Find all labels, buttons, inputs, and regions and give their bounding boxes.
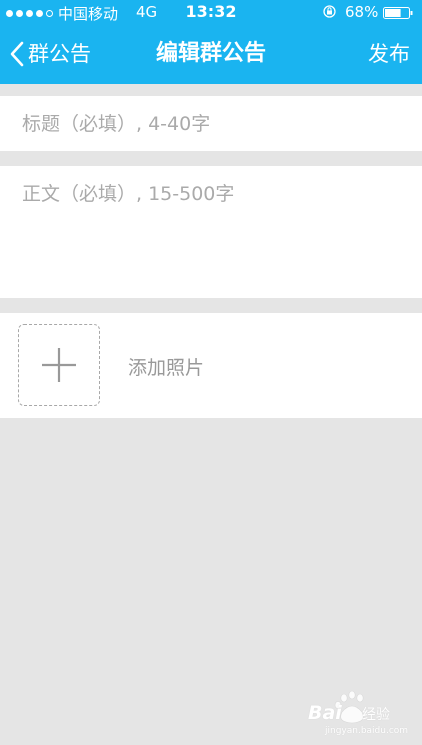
photo-section: 添加照片 [0, 313, 422, 418]
top-bar: 中国移动 4G 13:32 68% 群公告 编辑群公告 发布 [0, 0, 422, 84]
title-field[interactable]: 标题（必填）, 4-40字 [0, 96, 422, 151]
navigation-bar: 群公告 编辑群公告 发布 [0, 26, 422, 84]
orientation-lock-icon [323, 5, 336, 18]
watermark-suffix: 经验 [362, 707, 390, 723]
battery-percent: 68% [345, 3, 379, 21]
add-photo-label: 添加照片 [128, 357, 205, 379]
publish-button[interactable]: 发布 [368, 39, 410, 69]
plus-icon [42, 348, 76, 382]
battery-icon [383, 7, 413, 19]
status-bar: 中国移动 4G 13:32 68% [0, 0, 422, 26]
body-field[interactable]: 正文（必填）, 15-500字 [0, 166, 422, 298]
body-placeholder: 正文（必填）, 15-500字 [22, 183, 235, 205]
page-title: 编辑群公告 [155, 41, 266, 66]
title-placeholder: 标题（必填）, 4-40字 [22, 113, 211, 135]
watermark-brand: Bai [308, 702, 342, 724]
watermark-url: jingyan.baidu.com [325, 726, 409, 736]
add-photo-button[interactable] [18, 324, 100, 406]
